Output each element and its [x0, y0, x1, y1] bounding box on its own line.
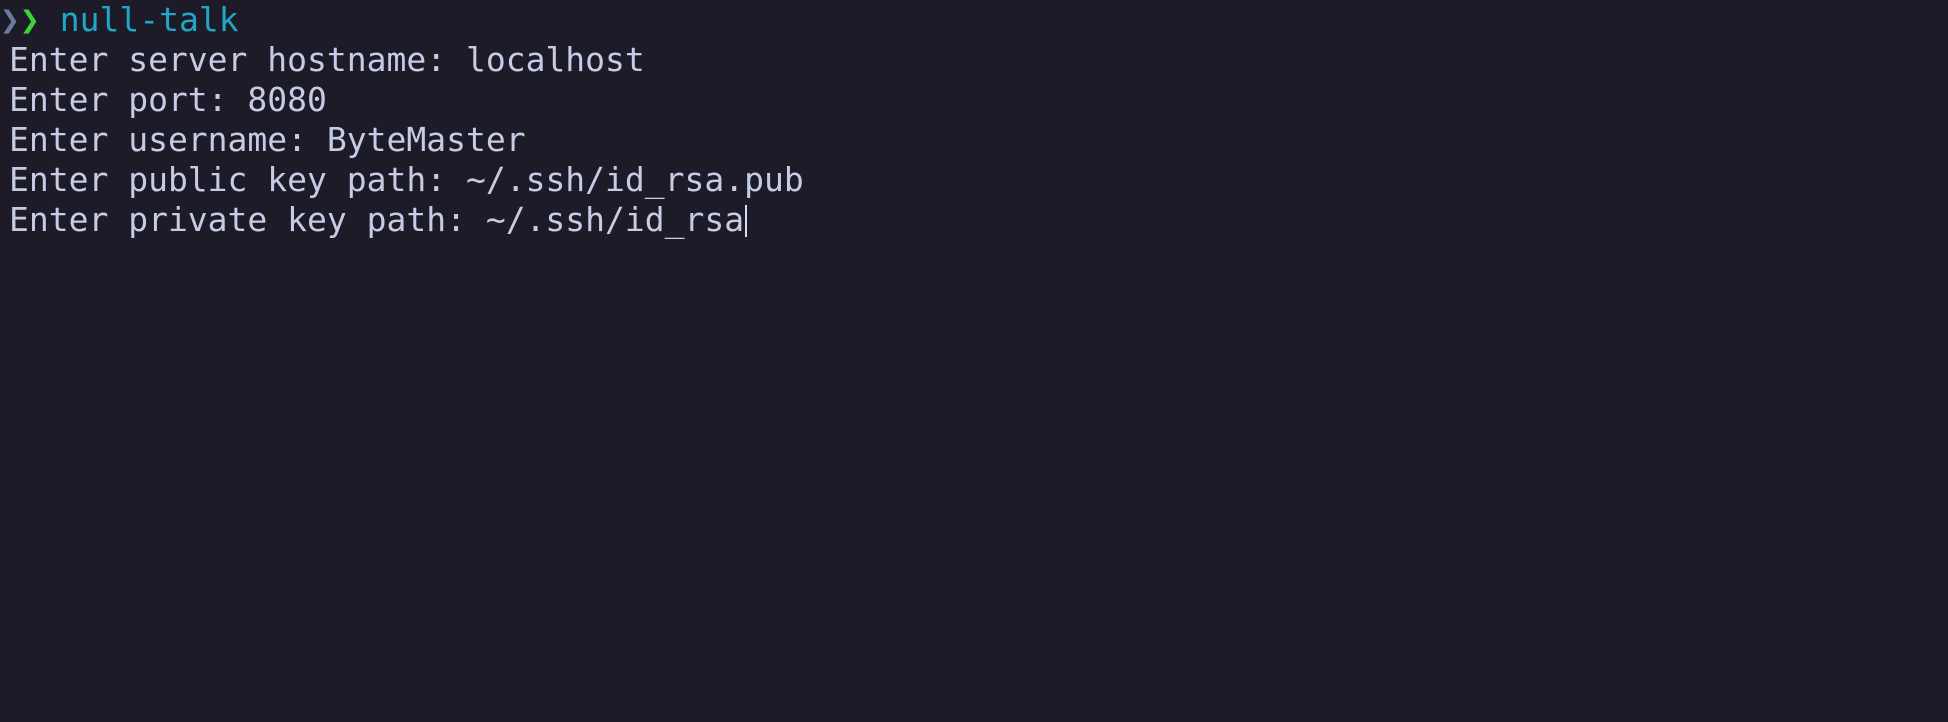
output-line-username: Enter username: ByteMaster	[9, 120, 1948, 160]
hostname-prompt: Enter server hostname:	[9, 40, 466, 79]
prompt-left-icon: ❯	[0, 0, 20, 39]
public-key-prompt: Enter public key path:	[9, 160, 466, 199]
output-line-private-key[interactable]: Enter private key path: ~/.ssh/id_rsa	[9, 200, 1948, 240]
private-key-input[interactable]: ~/.ssh/id_rsa	[486, 200, 744, 239]
terminal-window[interactable]: ❯❯ null-talk Enter server hostname: local…	[0, 0, 1948, 722]
username-prompt: Enter username:	[9, 120, 327, 159]
output-line-port: Enter port: 8080	[9, 80, 1948, 120]
output-line-hostname: Enter server hostname: localhost	[9, 40, 1948, 80]
port-prompt: Enter port:	[9, 80, 248, 119]
prompt-line: ❯❯ null-talk	[0, 0, 1948, 40]
hostname-value: localhost	[465, 40, 645, 79]
text-cursor	[745, 205, 748, 237]
private-key-prompt: Enter private key path:	[9, 200, 486, 239]
port-value: 8080	[247, 80, 327, 119]
prompt-arrow-icon: ❯	[19, 0, 40, 39]
username-value: ByteMaster	[326, 120, 526, 159]
command-text: null-talk	[59, 0, 239, 39]
output-line-public-key: Enter public key path: ~/.ssh/id_rsa.pub	[9, 160, 1948, 200]
public-key-value: ~/.ssh/id_rsa.pub	[465, 160, 804, 199]
